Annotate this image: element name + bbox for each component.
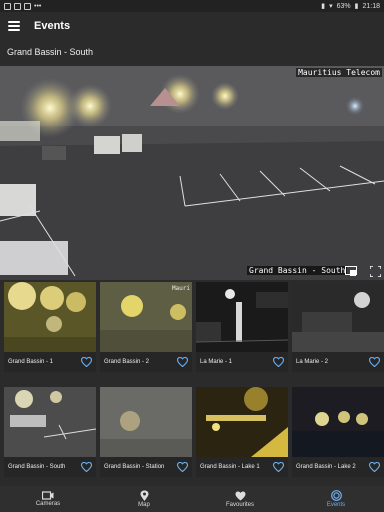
tile-caption: La Marie - 2 xyxy=(292,352,384,372)
bottom-navigation: Cameras Map Favourites Events xyxy=(0,486,384,512)
app-bar: Events xyxy=(0,12,384,40)
camera-watermark: Mauritius Telecom xyxy=(296,68,382,77)
camera-tile[interactable]: Grand Bassin - South xyxy=(4,387,96,477)
camera-thumbnail xyxy=(100,282,192,352)
favourite-heart-icon[interactable] xyxy=(177,357,188,367)
camera-icon xyxy=(42,491,54,500)
tile-caption: Grand Bassin - South xyxy=(4,457,96,477)
nav-events[interactable]: Events xyxy=(288,486,384,512)
tile-caption: Grand Bassin - 2 xyxy=(100,352,192,372)
main-camera-feed[interactable]: Mauritius Telecom Grand Bassin - South xyxy=(0,66,384,280)
battery-icon: ▮ xyxy=(354,3,359,10)
camera-tile[interactable]: Grand Bassin - Lake 1 xyxy=(196,387,288,477)
app-notification-icon xyxy=(24,2,31,10)
menu-icon[interactable] xyxy=(8,21,20,31)
nav-cameras-label: Cameras xyxy=(35,501,61,507)
page-title: Events xyxy=(34,20,71,32)
app-notification-icon xyxy=(4,2,11,10)
battery-level: 63% xyxy=(336,2,351,10)
favourite-heart-icon[interactable] xyxy=(177,462,188,472)
nav-map-label: Map xyxy=(138,502,150,508)
favourite-heart-icon[interactable] xyxy=(369,357,380,367)
clock: 21:18 xyxy=(362,2,380,10)
tile-label: La Marie - 2 xyxy=(296,359,329,365)
nav-map[interactable]: Map xyxy=(96,486,192,512)
camera-tile[interactable]: Grand Bassin - Station xyxy=(100,387,192,477)
map-pin-icon xyxy=(140,490,148,501)
favourite-heart-icon[interactable] xyxy=(81,462,92,472)
camera-thumbnail xyxy=(196,387,288,457)
camera-thumbnail xyxy=(292,282,384,352)
camera-name-overlay: Grand Bassin - South xyxy=(247,266,348,275)
tile-label: Grand Bassin - Station xyxy=(104,464,165,470)
nav-events-label: Events xyxy=(326,502,346,508)
camera-thumbnail xyxy=(292,387,384,457)
tile-caption: La Marie - 1 xyxy=(196,352,288,372)
tile-label: Grand Bassin - South xyxy=(8,464,66,470)
picture-in-picture-icon[interactable] xyxy=(344,264,358,278)
notification-icons: ••• xyxy=(4,2,42,10)
tile-caption: Grand Bassin - 1 xyxy=(4,352,96,372)
fullscreen-icon[interactable] xyxy=(368,264,382,278)
tile-label: Grand Bassin - 1 xyxy=(8,359,54,365)
favourite-heart-icon[interactable] xyxy=(273,357,284,367)
camera-tile[interactable]: Grand Bassin - Lake 2 xyxy=(292,387,384,477)
more-notifications-icon: ••• xyxy=(34,2,42,10)
camera-thumbnail xyxy=(4,387,96,457)
signal-icon: ▮ xyxy=(321,3,326,10)
camera-thumbnail xyxy=(196,282,288,352)
tile-label: Grand Bassin - 2 xyxy=(104,359,150,365)
events-icon xyxy=(330,490,342,501)
nav-favourites[interactable]: Favourites xyxy=(192,486,288,512)
camera-tile[interactable]: Mauri Grand Bassin - 2 xyxy=(100,282,192,372)
camera-thumbnail xyxy=(4,282,96,352)
nav-favourites-label: Favourites xyxy=(225,501,254,508)
app-notification-icon xyxy=(14,2,21,10)
camera-tile[interactable]: Grand Bassin - 1 xyxy=(4,282,96,372)
tile-label: Grand Bassin - Lake 1 xyxy=(200,464,260,470)
camera-tile[interactable]: La Marie - 1 xyxy=(196,282,288,372)
camera-tile[interactable]: La Marie - 2 xyxy=(292,282,384,372)
tile-caption: Grand Bassin - Station xyxy=(100,457,192,477)
camera-title: Grand Bassin - South xyxy=(7,47,94,57)
wifi-icon: ▾ xyxy=(329,3,333,10)
favourite-heart-icon[interactable] xyxy=(273,462,284,472)
heart-icon xyxy=(235,490,245,501)
nav-cameras[interactable]: Cameras xyxy=(0,486,96,512)
camera-image xyxy=(0,66,384,280)
camera-grid: Grand Bassin - 1 Mauri Grand Bassin - 2 … xyxy=(0,280,384,486)
tile-watermark: Mauri xyxy=(171,285,190,292)
tile-label: La Marie - 1 xyxy=(200,359,233,365)
favourite-heart-icon[interactable] xyxy=(369,462,380,472)
favourite-heart-icon[interactable] xyxy=(81,357,92,367)
tile-caption: Grand Bassin - Lake 1 xyxy=(196,457,288,477)
tile-caption: Grand Bassin - Lake 2 xyxy=(292,457,384,477)
tile-label: Grand Bassin - Lake 2 xyxy=(296,464,356,470)
status-bar: ••• ▮ ▾ 63% ▮ 21:18 xyxy=(0,0,384,12)
camera-thumbnail xyxy=(100,387,192,457)
